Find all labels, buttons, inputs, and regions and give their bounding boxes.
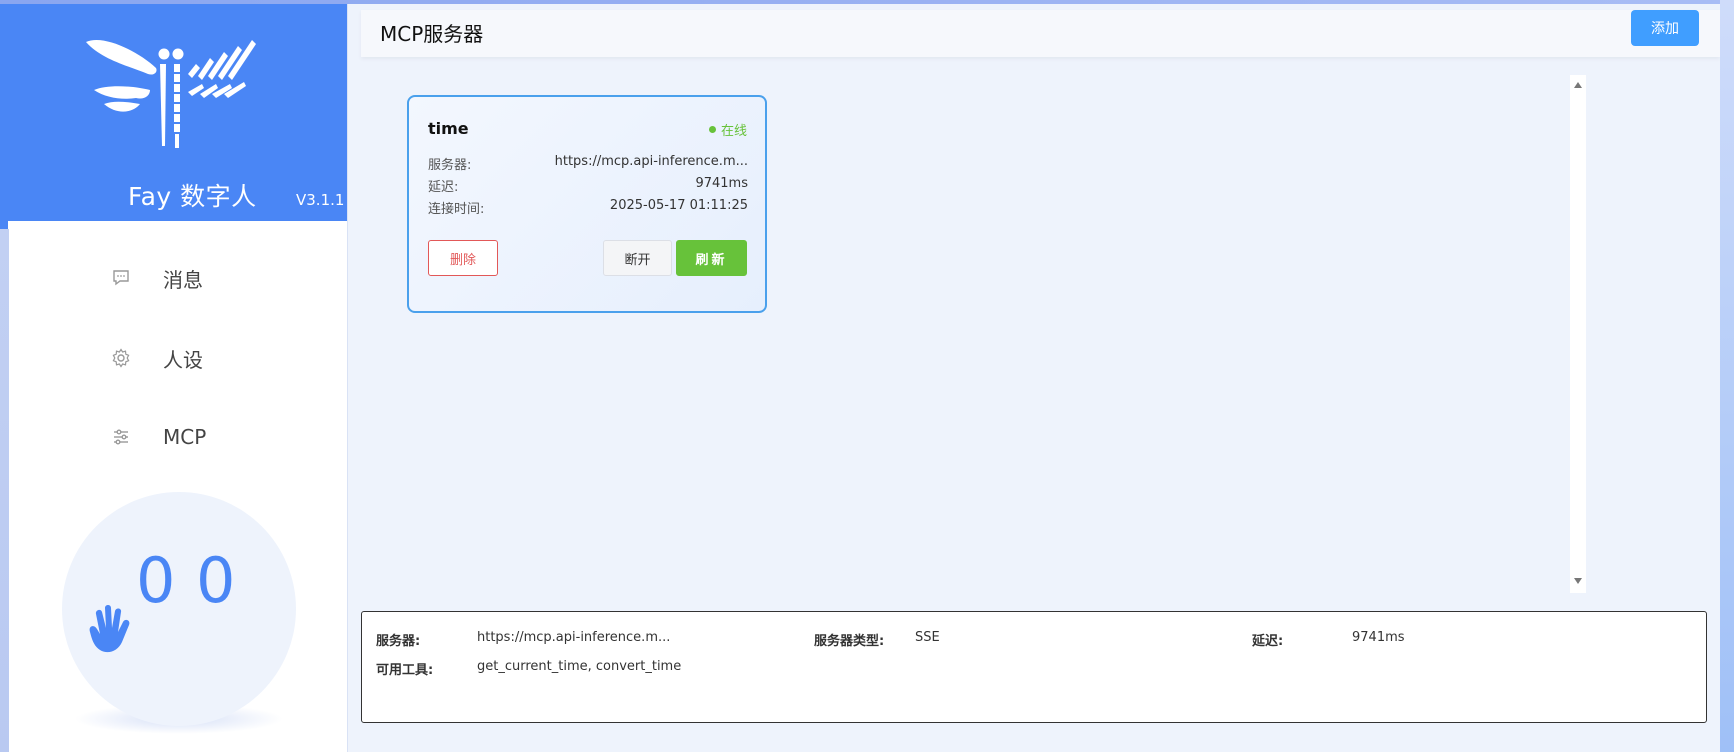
brand-name: Fay 数字人 xyxy=(128,182,257,211)
server-card[interactable]: time 在线 服务器: https://mcp.api-inference.m… xyxy=(407,95,767,313)
waving-hand-icon xyxy=(89,605,130,653)
status-text: 在线 xyxy=(720,124,747,139)
detail-tools-value: get_current_time, convert_time xyxy=(477,659,682,674)
sliders-icon xyxy=(110,426,132,448)
server-detail-panel: 服务器: https://mcp.api-inference.m... 服务器类… xyxy=(361,611,1707,723)
sidebar-item-mcp[interactable]: MCP xyxy=(110,417,310,457)
brand-corner xyxy=(0,221,8,229)
version-label: V3.1.1 xyxy=(296,191,345,209)
sidebar-item-label: 消息 xyxy=(163,267,203,292)
brand-header: Fay 数字人 V3.1.1 xyxy=(0,4,347,221)
latency-row: 延迟: 9741ms xyxy=(428,176,748,195)
scroll-down-arrow-icon[interactable] xyxy=(1574,578,1582,584)
connect-time-key: 连接时间: xyxy=(428,202,485,217)
refresh-button[interactable]: 刷新 xyxy=(676,240,747,276)
status-badge: 在线 xyxy=(708,120,747,139)
server-row: 服务器: https://mcp.api-inference.m... xyxy=(428,154,748,173)
dragonfly-logo-icon xyxy=(86,40,256,148)
latency-value: 9741ms xyxy=(695,176,748,191)
gear-icon xyxy=(110,347,132,369)
disconnect-button[interactable]: 断开 xyxy=(603,240,672,276)
detail-tools-key: 可用工具: xyxy=(376,663,434,678)
sidebar-item-label: MCP xyxy=(163,425,207,449)
detail-server-key: 服务器: xyxy=(376,634,421,649)
page-title: MCP服务器 xyxy=(380,22,484,46)
add-server-button[interactable]: 添加 xyxy=(1631,10,1699,46)
server-key: 服务器: xyxy=(428,158,472,173)
server-value: https://mcp.api-inference.m... xyxy=(554,154,748,169)
connect-time-value: 2025-05-17 01:11:25 xyxy=(609,198,748,213)
right-edge-strip xyxy=(1720,0,1734,752)
server-name: time xyxy=(428,119,469,138)
bubble-digit-right: 0 xyxy=(196,544,236,617)
detail-server-value: https://mcp.api-inference.m... xyxy=(477,630,671,645)
sidebar: Fay 数字人 V3.1.1 消息 人设 MCP 0 0 xyxy=(0,4,347,752)
chat-bubble-icon xyxy=(110,267,132,289)
detail-type-value: SSE xyxy=(915,630,940,645)
scrollbar[interactable] xyxy=(1570,75,1586,593)
sidebar-item-label: 人设 xyxy=(163,347,203,372)
latency-key: 延迟: xyxy=(428,180,459,195)
status-dot-icon xyxy=(708,126,716,133)
sidebar-edge xyxy=(0,229,9,752)
app-window: Fay 数字人 V3.1.1 消息 人设 MCP 0 0 MCP服务器 添加 t… xyxy=(0,0,1734,752)
detail-latency-key: 延迟: xyxy=(1252,634,1284,649)
detail-latency-value: 9741ms xyxy=(1352,630,1405,645)
bubble-digit-left: 0 xyxy=(136,544,176,617)
sidebar-item-messages[interactable]: 消息 xyxy=(110,258,310,298)
page-header xyxy=(361,10,1720,57)
connect-time-row: 连接时间: 2025-05-17 01:11:25 xyxy=(428,198,748,217)
scroll-up-arrow-icon[interactable] xyxy=(1574,82,1582,88)
detail-type-key: 服务器类型: xyxy=(814,634,885,649)
sidebar-item-persona[interactable]: 人设 xyxy=(110,338,310,378)
delete-button[interactable]: 删除 xyxy=(428,240,498,276)
